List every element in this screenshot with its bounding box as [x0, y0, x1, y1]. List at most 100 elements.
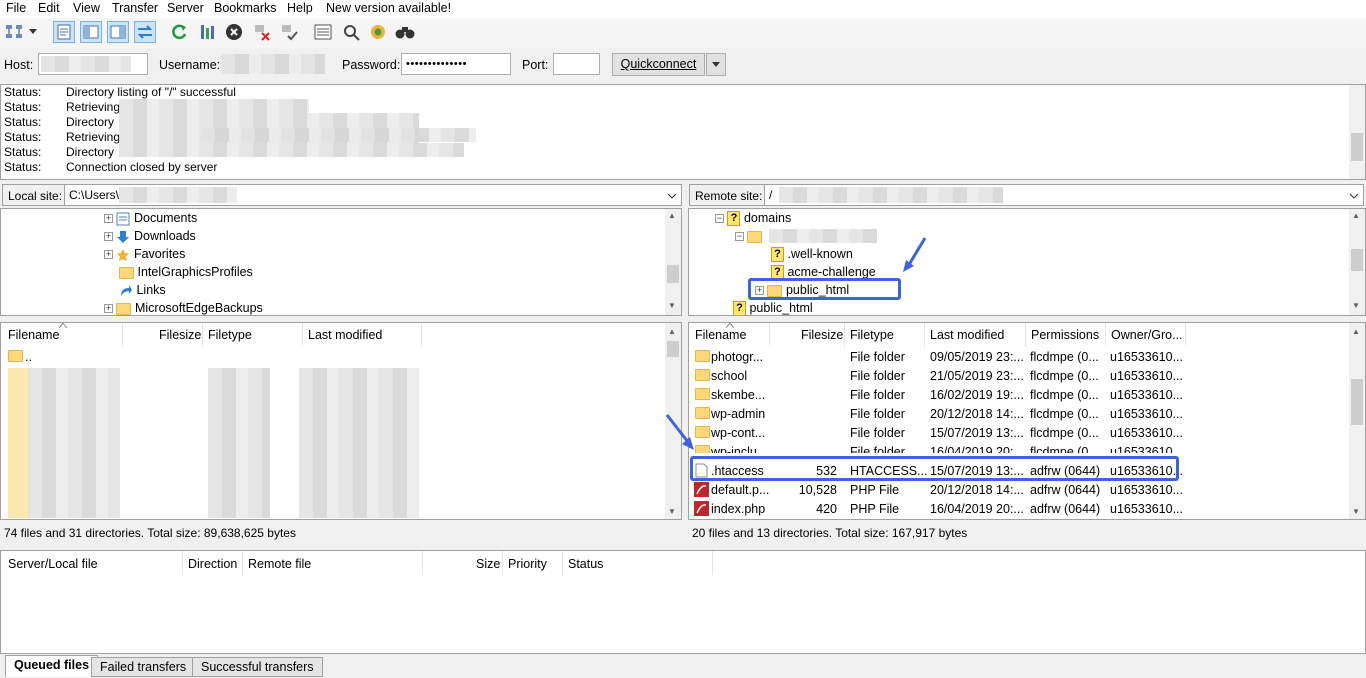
tree-item-documents[interactable]: + Documents — [104, 209, 197, 227]
column-last-modified[interactable]: Last modified — [930, 328, 1004, 342]
local-site-bar: Local site: C:\Users\ — [0, 184, 682, 208]
table-row[interactable]: wp-inclu... File folder 16/04/2019 20:..… — [689, 443, 1365, 453]
menu-bar: File Edit View Transfer Server Bookmarks… — [0, 0, 1366, 18]
tree-item-intelgraphicsprofiles[interactable]: IntelGraphicsProfiles — [119, 263, 253, 281]
column-filetype[interactable]: Filetype — [208, 328, 252, 342]
toggle-local-tree-icon[interactable] — [80, 21, 102, 43]
sort-ascending-icon — [59, 323, 67, 328]
username-input[interactable] — [220, 53, 330, 75]
menu-transfer[interactable]: Transfer — [112, 1, 158, 15]
redacted-folder-icons — [8, 368, 30, 518]
local-path-input[interactable]: C:\Users\ — [64, 184, 682, 206]
table-row[interactable]: photogr... File folder 09/05/2019 23:...… — [689, 348, 1365, 367]
column-filetype[interactable]: Filetype — [850, 328, 894, 342]
annotation-arrow-icon — [665, 414, 694, 450]
column-last-modified[interactable]: Last modified — [308, 328, 382, 342]
port-label: Port: — [522, 58, 549, 72]
tree-item-domains[interactable]: − ? domains — [715, 209, 791, 227]
tree-item-favorites[interactable]: + Favorites — [104, 245, 185, 263]
port-input[interactable] — [553, 53, 600, 75]
remote-file-header: Filename Filesize Filetype Last modified… — [689, 323, 1365, 347]
table-row[interactable]: wp-admin File folder 20/12/2018 14:... f… — [689, 405, 1365, 424]
redacted-text — [201, 128, 476, 142]
reconnect-icon[interactable] — [278, 21, 300, 43]
log-scrollbar[interactable] — [1349, 85, 1365, 179]
sync-browse-icon[interactable] — [367, 21, 389, 43]
dropdown-arrow-icon[interactable] — [27, 21, 39, 43]
remote-tree-scrollbar[interactable]: ▲ ▼ — [1349, 209, 1365, 315]
folder-icon — [695, 350, 710, 362]
local-tree-scrollbar[interactable]: ▲ ▼ — [665, 209, 681, 315]
tab-failed-transfers[interactable]: Failed transfers — [91, 657, 196, 677]
menu-edit[interactable]: Edit — [38, 1, 60, 15]
quickconnect-bar: Host: Username: Password: ••••••••••••••… — [0, 49, 1366, 81]
table-row[interactable]: wp-cont... File folder 15/07/2019 13:...… — [689, 424, 1365, 443]
redacted-filenames — [28, 368, 120, 518]
toggle-queue-icon[interactable] — [134, 21, 156, 43]
table-row[interactable]: skembe... File folder 16/02/2019 19:... … — [689, 386, 1365, 405]
tree-item-downloads[interactable]: + Downloads — [104, 227, 196, 245]
remote-site-label: Remote site: — [689, 184, 769, 206]
tree-item-public-html[interactable]: ? public_html — [733, 299, 813, 315]
quickconnect-button[interactable]: Quickconnect — [612, 53, 705, 76]
table-row[interactable]: index.php 420 PHP File 16/04/2019 20:...… — [689, 500, 1365, 519]
remote-path-input[interactable]: / — [764, 184, 1364, 206]
php-file-icon — [694, 501, 709, 519]
local-tree: + Documents + Downloads + Favorites Inte… — [0, 208, 682, 316]
column-owner-group[interactable]: Owner/Gro... — [1111, 328, 1183, 342]
toolbar — [0, 18, 1366, 48]
column-filename[interactable]: Filename — [8, 328, 59, 342]
column-remote-file[interactable]: Remote file — [248, 557, 311, 571]
transfer-queue: Server/Local file Direction Remote file … — [0, 550, 1366, 654]
menu-new-version[interactable]: New version available! — [326, 1, 451, 15]
menu-help[interactable]: Help — [287, 1, 313, 15]
site-manager-icon[interactable] — [4, 21, 26, 43]
password-input[interactable]: •••••••••••••• — [401, 53, 511, 75]
refresh-icon[interactable] — [168, 21, 190, 43]
column-permissions[interactable]: Permissions — [1031, 328, 1099, 342]
tree-item-domain[interactable]: − — [735, 227, 877, 245]
log-row: Status: Directory listing of "/" successf… — [4, 85, 236, 99]
menu-server[interactable]: Server — [167, 1, 204, 15]
toggle-log-icon[interactable] — [53, 21, 75, 43]
tree-item-well-known[interactable]: ? .well-known — [771, 245, 853, 263]
remote-status: 20 files and 13 directories. Total size:… — [692, 526, 968, 540]
tree-item-microsoftedgebackups[interactable]: + MicrosoftEdgeBackups — [104, 299, 263, 315]
message-log: Status: Directory listing of "/" successf… — [0, 84, 1366, 180]
menu-view[interactable]: View — [73, 1, 100, 15]
table-row[interactable]: default.p... 10,528 PHP File 20/12/2018 … — [689, 481, 1365, 500]
sort-ascending-icon — [726, 323, 734, 328]
column-filename[interactable]: Filename — [695, 328, 746, 342]
search-icon[interactable] — [394, 21, 416, 43]
remote-list-scrollbar[interactable]: ▲ ▼ — [1349, 323, 1365, 519]
process-queue-icon[interactable] — [196, 21, 218, 43]
host-label: Host: — [4, 58, 34, 72]
column-filesize[interactable]: Filesize — [159, 328, 201, 342]
tab-successful-transfers[interactable]: Successful transfers — [192, 657, 323, 677]
column-server-local-file[interactable]: Server/Local file — [8, 557, 98, 571]
local-file-header: Filename Filesize Filetype Last modified — [1, 323, 681, 347]
tab-queued-files[interactable]: Queued files — [5, 655, 99, 677]
redacted-text — [119, 143, 464, 157]
table-row[interactable]: school File folder 21/05/2019 23:... flc… — [689, 367, 1365, 386]
compare-icon[interactable] — [340, 21, 362, 43]
quickconnect-history-icon[interactable] — [706, 53, 726, 76]
queue-header: Server/Local file Direction Remote file … — [1, 551, 1365, 575]
column-direction[interactable]: Direction — [188, 557, 237, 571]
column-status[interactable]: Status — [568, 557, 603, 571]
highlight-box-htaccess — [690, 456, 1179, 481]
column-priority[interactable]: Priority — [508, 557, 547, 571]
chevron-down-icon — [667, 193, 677, 199]
column-size[interactable]: Size — [476, 557, 500, 571]
redacted-text — [119, 99, 309, 113]
column-filesize[interactable]: Filesize — [801, 328, 843, 342]
menu-bookmarks[interactable]: Bookmarks — [214, 1, 277, 15]
cancel-icon[interactable] — [223, 21, 245, 43]
disconnect-icon[interactable] — [251, 21, 273, 43]
tree-item-links[interactable]: Links — [119, 281, 166, 299]
list-item-parent[interactable]: .. — [1, 348, 681, 367]
toggle-remote-tree-icon[interactable] — [107, 21, 129, 43]
menu-file[interactable]: File — [6, 1, 26, 15]
filter-icon[interactable] — [312, 21, 334, 43]
host-input[interactable] — [38, 53, 148, 75]
